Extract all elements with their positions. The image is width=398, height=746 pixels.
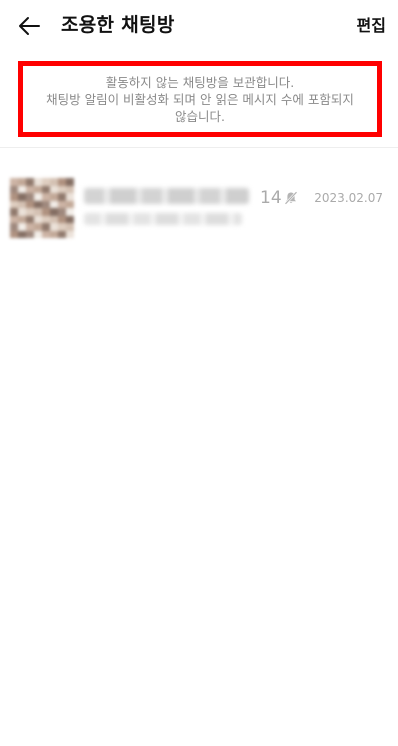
notice-line-2: 채팅방 알림이 비활성화 되며 안 읽은 메시지 수에 포함되지 [46, 91, 354, 107]
chat-list-item[interactable]: 14 2023.02.07 [0, 170, 398, 242]
arrow-left-icon [19, 17, 40, 35]
edit-button[interactable]: 편집 [357, 14, 386, 38]
chat-date: 2023.02.07 [314, 191, 383, 205]
member-count: 14 [260, 188, 282, 208]
chat-name [84, 188, 249, 204]
chat-preview [84, 213, 242, 225]
chat-avatar [10, 178, 74, 238]
page-title: 조용한 채팅방 [61, 14, 175, 36]
archive-notice: 활동하지 않는 채팅방을 보관합니다. 채팅방 알림이 비활성화 되며 안 읽은… [18, 61, 382, 137]
back-button[interactable] [12, 10, 46, 42]
divider [0, 147, 398, 148]
notice-text: 활동하지 않는 채팅방을 보관합니다. 채팅방 알림이 비활성화 되며 안 읽은… [38, 74, 362, 125]
bell-off-icon [284, 191, 298, 205]
notice-line-3: 않습니다. [175, 108, 225, 124]
notice-line-1: 활동하지 않는 채팅방을 보관합니다. [105, 74, 295, 90]
app-header: 조용한 채팅방 편집 [0, 0, 398, 52]
